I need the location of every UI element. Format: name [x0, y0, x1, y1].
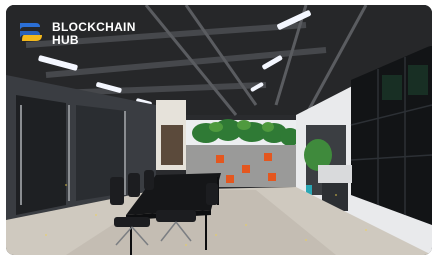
blockchain-hub-logo: BLOCKCHAIN HUB	[18, 21, 136, 47]
hero-photo-frame: BLOCKCHAIN HUB	[6, 5, 432, 255]
brand-line-2: HUB	[52, 33, 79, 47]
blockchain-hub-logo-icon	[18, 21, 44, 43]
brand-name: BLOCKCHAIN HUB	[52, 21, 136, 47]
